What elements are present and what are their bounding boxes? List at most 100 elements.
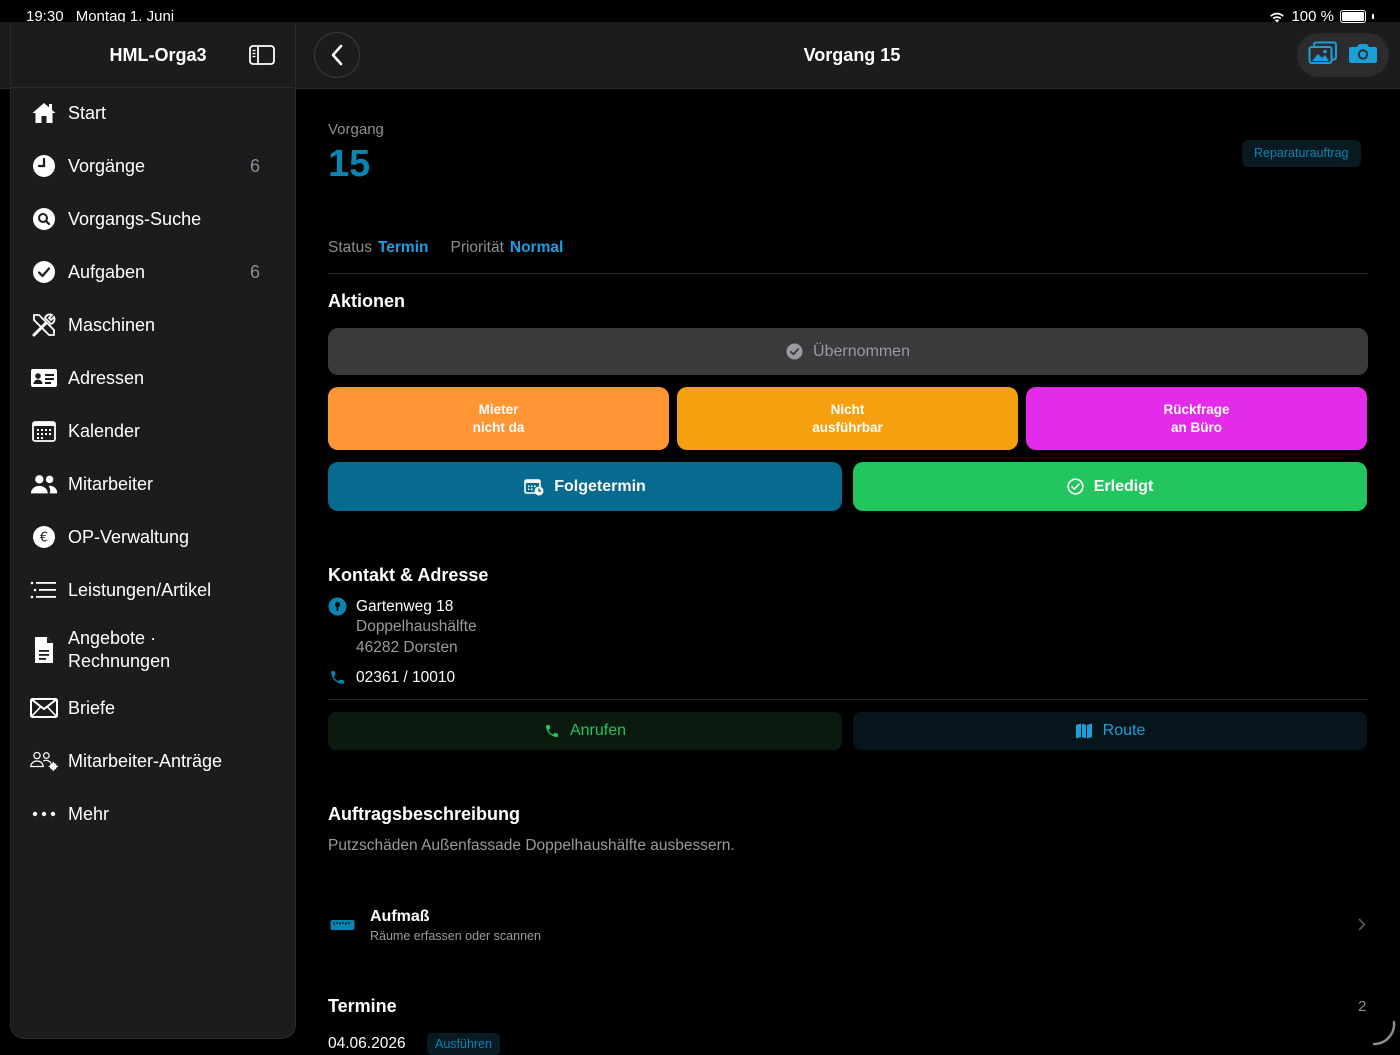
photo-library-button[interactable]	[1308, 41, 1338, 70]
media-button-group	[1297, 33, 1389, 77]
contact-card-icon	[30, 364, 58, 392]
sidebar-item-mehr[interactable]: Mehr	[30, 800, 260, 828]
chevron-left-icon	[331, 44, 343, 66]
sidebar-item-aufgaben[interactable]: Aufgaben 6	[30, 258, 260, 286]
termine-heading: Termine	[328, 996, 397, 1016]
sidebar-item-label-group: Angebote · Rechnungen	[68, 627, 170, 673]
calendar-icon	[30, 417, 58, 445]
photo-library-icon	[1308, 41, 1337, 64]
sidebar-item-label: Vorgangs-Suche	[68, 208, 202, 229]
termin-date[interactable]: 04.06.2026	[328, 1035, 406, 1053]
button-label: Rückfrage an Büro	[1163, 401, 1229, 437]
sidebar-item-label: Leistungen/Artikel	[68, 579, 212, 600]
back-button[interactable]	[314, 32, 360, 78]
erledigt-button[interactable]: Erledigt	[853, 462, 1367, 511]
clock-icon	[30, 152, 58, 180]
aufmass-subtitle: Räume erfassen oder scannen	[370, 929, 541, 943]
vorgang-number: 15	[328, 143, 371, 185]
button-label-line1: Rückfrage	[1163, 401, 1230, 417]
sidebar-item-leistungen-artikel[interactable]: Leistungen/Artikel	[30, 576, 260, 604]
uebernommen-label: Übernommen	[813, 342, 910, 360]
description-heading: Auftragsbeschreibung	[328, 804, 521, 824]
phone-number[interactable]: 02361 / 10010	[356, 669, 455, 687]
sidebar-item-vorgaenge[interactable]: Vorgänge 6	[30, 152, 260, 180]
wifi-icon	[1270, 12, 1285, 22]
sidebar-item-label: Mitarbeiter	[68, 473, 154, 494]
count-badge: 6	[249, 261, 260, 282]
contact-heading: Kontakt & Adresse	[328, 565, 489, 585]
address-street: Gartenweg 18	[356, 598, 454, 615]
map-icon	[1075, 723, 1092, 739]
uebernommen-button[interactable]: Übernommen	[328, 328, 1368, 375]
sidebar-item-maschinen[interactable]: Maschinen	[30, 311, 260, 339]
mieter-nicht-da-button[interactable]: Mieter nicht da	[328, 387, 669, 450]
button-label-line2: an Büro	[1170, 419, 1222, 435]
call-button[interactable]: Anrufen	[328, 712, 842, 750]
description-text: Putzschäden Außenfassade Doppelhaushälft…	[328, 837, 735, 854]
button-label-line2: ausführbar	[812, 419, 883, 435]
folgetermin-label: Folgetermin	[554, 477, 646, 495]
sidebar-divider	[10, 87, 294, 88]
status-label: Status	[328, 239, 372, 256]
sidebar-item-angebote-rechnungen[interactable]: Angebote · Rechnungen	[30, 627, 260, 673]
sidebar-toggle-icon[interactable]	[249, 44, 275, 66]
address-city: 46282 Dorsten	[356, 639, 458, 656]
sidebar-item-label: OP-Verwaltung	[68, 526, 190, 547]
count-badge: 6	[249, 155, 260, 176]
call-label: Anrufen	[569, 722, 627, 739]
checkmark-circle-icon	[1067, 478, 1084, 495]
phone-icon	[545, 725, 558, 737]
button-label-line1: Nicht	[830, 401, 865, 417]
app-title: HML-Orga3	[109, 45, 207, 65]
euro-icon: €	[30, 523, 58, 551]
tools-icon	[30, 311, 58, 339]
status-value[interactable]: Termin	[378, 239, 429, 256]
checkmark-circle-icon	[786, 343, 803, 360]
camera-button[interactable]	[1348, 41, 1378, 70]
sidebar-item-adressen[interactable]: Adressen	[30, 364, 260, 392]
divider	[328, 273, 1368, 274]
sidebar-item-briefe[interactable]: Briefe	[30, 694, 260, 722]
aufmass-title: Aufmaß	[370, 908, 430, 925]
sidebar-item-vorgangs-suche[interactable]: Vorgangs-Suche	[30, 205, 260, 233]
chevron-right-icon	[1358, 918, 1366, 936]
status-bar-right: 100 %	[1269, 8, 1374, 25]
page-title: Vorgang 15	[803, 45, 901, 65]
priority-label: Priorität	[450, 239, 504, 256]
sidebar-item-mitarbeiter[interactable]: Mitarbeiter	[30, 470, 260, 498]
sidebar-item-kalender[interactable]: Kalender	[30, 417, 260, 445]
erledigt-label: Erledigt	[1093, 477, 1154, 495]
svg-text:€: €	[40, 531, 48, 546]
search-icon	[30, 205, 58, 233]
rueckfrage-an-buero-button[interactable]: Rückfrage an Büro	[1026, 387, 1367, 450]
vorgang-kicker: Vorgang	[328, 121, 384, 138]
battery-icon	[1340, 10, 1366, 23]
sidebar-item-label: Mitarbeiter-Anträge	[68, 750, 223, 771]
sidebar-item-op-verwaltung[interactable]: € OP-Verwaltung	[30, 523, 260, 551]
route-button[interactable]: Route	[853, 712, 1367, 750]
loading-spinner-icon	[1370, 1020, 1396, 1051]
button-label: Nicht ausführbar	[812, 401, 883, 437]
vorgang-type-badge: Reparaturauftrag	[1242, 140, 1361, 167]
sidebar-item-label: Maschinen	[68, 314, 156, 335]
location-pin-icon	[328, 597, 347, 621]
sidebar-item-label: Adressen	[68, 367, 145, 388]
sidebar-item-start[interactable]: Start	[30, 99, 260, 127]
priority-value[interactable]: Normal	[510, 239, 563, 256]
folgetermin-button[interactable]: Folgetermin	[328, 462, 842, 511]
calendar-plus-icon	[524, 478, 544, 495]
sidebar-item-mitarbeiter-antraege[interactable]: Mitarbeiter-Anträge	[30, 747, 260, 775]
sidebar-item-label: Briefe	[68, 697, 116, 718]
more-dots-icon	[30, 800, 58, 828]
sidebar-item-label-second-line: Rechnungen	[68, 651, 171, 671]
checkmark-circle-icon	[30, 258, 58, 286]
termin-type-badge: Ausführen	[427, 1033, 500, 1055]
people-icon	[30, 470, 58, 498]
button-label-line2: nicht da	[472, 419, 525, 435]
nicht-ausfuehrbar-button[interactable]: Nicht ausführbar	[677, 387, 1018, 450]
envelope-icon	[30, 694, 58, 722]
button-label: Mieter nicht da	[473, 401, 525, 437]
termine-count: 2	[1358, 998, 1367, 1015]
battery-percent: 100 %	[1291, 8, 1334, 25]
route-label: Route	[1102, 722, 1146, 739]
